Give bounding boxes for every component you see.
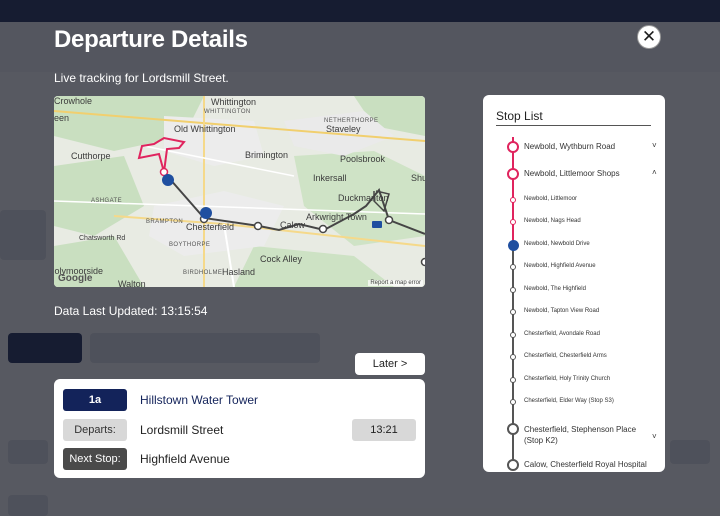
modal-title: Departure Details	[54, 26, 248, 53]
stop-name: Newbold, Wythburn Road	[524, 142, 616, 151]
stop-name: Newbold, Nags Head	[524, 218, 581, 224]
route-badge: 1a	[63, 389, 127, 411]
map-label: Hasland	[222, 267, 256, 277]
bus-position-icon[interactable]	[162, 174, 174, 186]
departure-time: 13:21	[352, 419, 416, 441]
stop-marker-icon	[507, 459, 519, 471]
train-station-icon	[372, 221, 382, 228]
departs-stop: Lordsmill Street	[140, 423, 224, 437]
map-label: Brimington	[245, 150, 289, 160]
stop-marker-icon	[510, 219, 516, 225]
map-label: Old Whittington	[174, 124, 236, 134]
next-stop-label: Next Stop:	[63, 448, 127, 470]
stop-name: Newbold, The Highfield	[524, 286, 586, 292]
stop-name: Newbold, Highfield Avenue	[524, 263, 596, 269]
map-label: Inkersall	[313, 173, 347, 183]
stop-name: Chesterfield, Stephenson Place (Stop K2)	[524, 425, 637, 445]
next-stop: Highfield Avenue	[140, 452, 230, 466]
stop-name: Newbold, Newbold Drive	[524, 241, 590, 247]
later-button[interactable]: Later >	[355, 353, 425, 375]
stop-name: Newbold, Littlemoor	[524, 196, 578, 202]
map-canvas	[54, 96, 425, 287]
map-label: BIRDHOLME	[183, 270, 223, 276]
route-line-travelled	[512, 137, 514, 245]
map-label: ASHGATE	[91, 198, 123, 204]
destination: Hillstown Water Tower	[140, 393, 259, 407]
map-label: WHITTINGTON	[204, 109, 251, 115]
data-last-updated: Data Last Updated: 13:15:54	[54, 304, 208, 318]
stop-name: Chesterfield, Chesterfield Arms	[524, 353, 607, 359]
map-label: Duckmanton	[338, 193, 389, 203]
map-label: een	[54, 113, 70, 123]
stop-marker-icon	[510, 197, 516, 203]
stop-marker-icon	[510, 332, 516, 338]
stop-marker-icon	[510, 399, 516, 405]
map-label: Crowhole	[54, 96, 93, 106]
map-label: Chesterfield	[186, 222, 235, 232]
stop-marker-icon	[510, 377, 516, 383]
stop-marker-icon	[507, 168, 519, 180]
stop-list-panel: Stop List Newbold, Wythburn Road ˅ Newbold…	[483, 95, 665, 472]
map-label: Cock Alley	[260, 254, 303, 264]
stop-name: Chesterfield, Avondale Road	[524, 331, 600, 337]
map-label: Poolsbrook	[340, 154, 386, 164]
stop-name: Chesterfield, Holy Trinity Church	[524, 376, 611, 382]
departure-card: 1a Hillstown Water Tower Departs: Lordsm…	[54, 379, 425, 478]
map-label: Whittington	[211, 97, 257, 107]
close-icon: ✕	[641, 27, 657, 46]
google-logo: Google	[58, 273, 93, 284]
divider	[496, 125, 651, 126]
map-label: Shuttlewood	[411, 173, 425, 183]
stop-name: Newbold, Littlemoor Shops	[524, 169, 620, 178]
stop-list-title: Stop List	[496, 109, 543, 123]
bus-stop-icon[interactable]	[200, 207, 212, 219]
stop-name: Calow, Chesterfield Royal Hospital	[524, 460, 647, 469]
stop-marker-icon	[510, 309, 516, 315]
stop-name: Chesterfield, Elder Way (Stop S3)	[524, 398, 614, 404]
map-label: Cutthorpe	[71, 151, 111, 161]
map-label: Calow	[280, 220, 306, 230]
stop-marker-icon	[510, 264, 516, 270]
map-label: BOYTHORPE	[169, 242, 211, 248]
close-button[interactable]: ✕	[637, 25, 661, 49]
stop-marker-icon	[510, 287, 516, 293]
chevron-down-icon[interactable]: ˅	[652, 432, 657, 441]
map-label: Staveley	[326, 124, 361, 134]
bus-stop-current-icon	[507, 239, 519, 251]
map-label: Chatsworth Rd	[79, 235, 126, 242]
stop-name: Newbold, Tapton View Road	[524, 308, 600, 314]
departs-label: Departs:	[63, 419, 127, 441]
map-attribution-link[interactable]: Report a map error	[368, 280, 423, 286]
map-label: Arkwright Town	[306, 212, 367, 222]
stop-marker-icon	[507, 423, 519, 435]
map-label: Walton	[118, 279, 146, 287]
live-tracking-subtitle: Live tracking for Lordsmill Street.	[54, 71, 229, 85]
live-map[interactable]: Crowhole Whittington WHITTINGTON Old Whi…	[54, 96, 425, 287]
stop-marker-icon	[507, 141, 519, 153]
map-label: BRAMPTON	[146, 219, 184, 225]
chevron-up-icon[interactable]: ˄	[652, 168, 657, 177]
stop-marker-icon	[510, 354, 516, 360]
chevron-down-icon[interactable]: ˅	[652, 141, 657, 150]
